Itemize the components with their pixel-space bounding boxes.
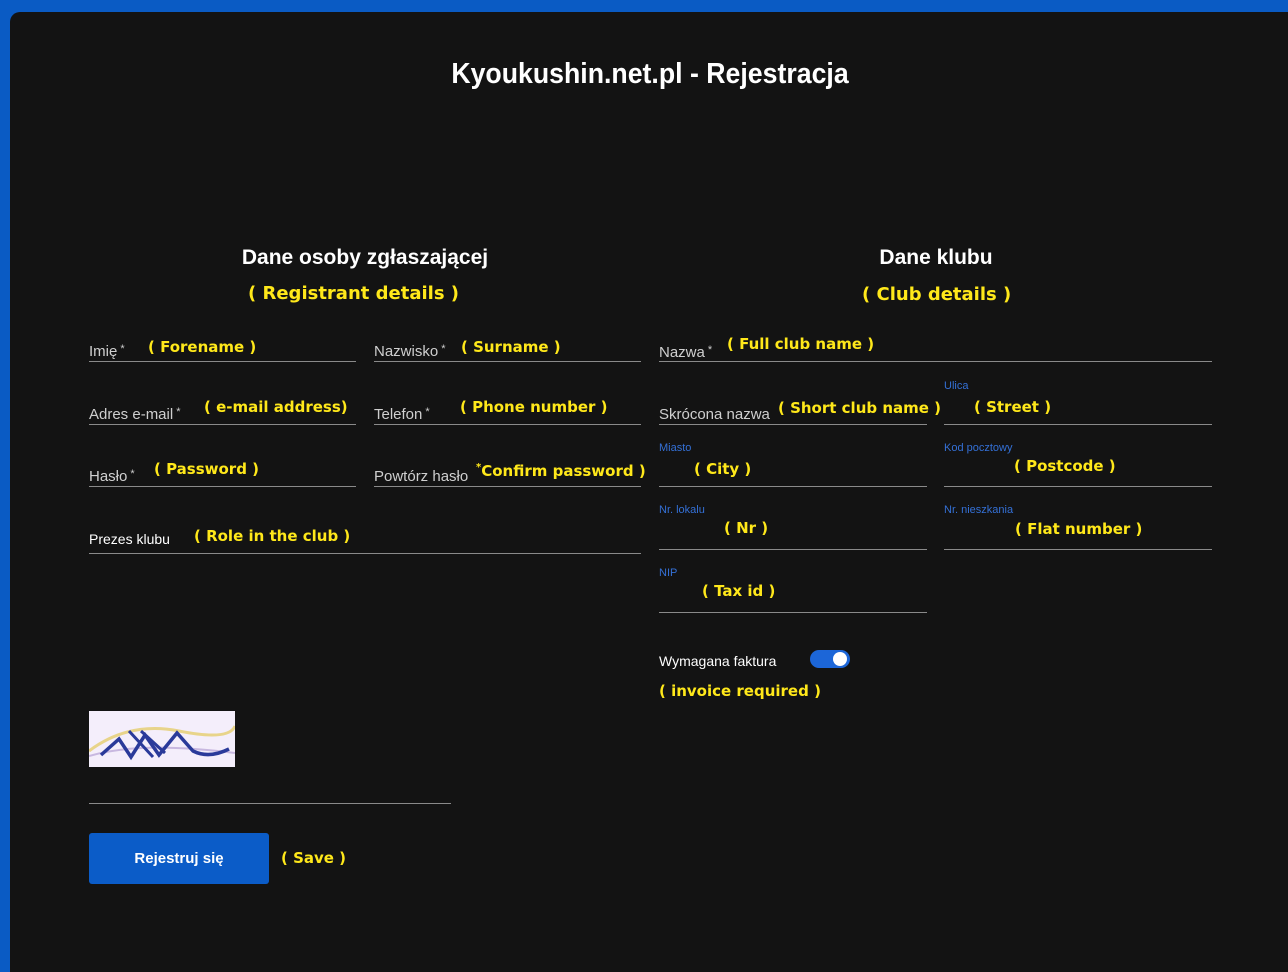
email-input[interactable] [89, 423, 356, 425]
club-name-annotation: ( Full club name ) [727, 335, 875, 353]
city-annotation: ( City ) [694, 460, 752, 478]
password-label: Hasło * [89, 468, 135, 485]
password-annotation: ( Password ) [154, 460, 260, 478]
registrant-section-title: Dane osoby zgłaszającej [241, 246, 489, 269]
tax-input[interactable] [659, 611, 927, 613]
surname-input[interactable] [374, 360, 641, 362]
nr-annotation: ( Nr ) [724, 519, 769, 537]
role-annotation: ( Role in the club ) [194, 527, 351, 545]
postcode-annotation: ( Postcode ) [1014, 457, 1116, 475]
toggle-knob [833, 652, 847, 666]
tax-annotation: ( Tax id ) [702, 582, 776, 600]
short-name-annotation: ( Short club name ) [778, 399, 942, 417]
phone-annotation: ( Phone number ) [460, 398, 608, 416]
tax-label: NIP [659, 567, 678, 579]
role-label: Prezes klubu [89, 531, 170, 547]
club-section-title: Dane klubu [879, 246, 993, 269]
flat-input[interactable] [944, 548, 1212, 550]
forename-annotation: ( Forename ) [148, 338, 257, 356]
password-input[interactable] [89, 485, 356, 487]
nr-input[interactable] [659, 548, 927, 550]
surname-annotation: ( Surname ) [461, 338, 561, 356]
city-input[interactable] [659, 485, 927, 487]
postcode-label: Kod pocztowy [944, 442, 1013, 454]
nr-label: Nr. lokalu [659, 504, 705, 516]
short-name-input[interactable] [659, 423, 927, 425]
street-label: Ulica [944, 380, 969, 392]
page-title: Kyoukushin.net.pl - Rejestracja [451, 58, 849, 90]
captcha-image [89, 711, 235, 767]
invoice-annotation: ( invoice required ) [659, 682, 821, 700]
club-section-annotation: ( Club details ) [862, 284, 1012, 305]
registration-panel [10, 12, 1288, 972]
street-input[interactable] [944, 423, 1212, 425]
captcha-input[interactable] [89, 802, 451, 804]
confirm-password-input[interactable] [374, 485, 641, 487]
invoice-toggle[interactable] [810, 650, 850, 668]
flat-label: Nr. nieszkania [944, 504, 1014, 516]
role-select[interactable] [89, 552, 641, 554]
email-label: Adres e-mail * [89, 406, 181, 423]
city-label: Miasto [659, 442, 692, 454]
register-button[interactable]: Rejestruj się [89, 833, 269, 884]
register-annotation: ( Save ) [281, 849, 347, 867]
club-name-input[interactable] [659, 360, 1212, 362]
captcha-graphic [89, 725, 235, 761]
confirm-password-annotation: *Confirm password ) [476, 462, 646, 480]
phone-label: Telefon * [374, 406, 430, 423]
phone-input[interactable] [374, 423, 641, 425]
forename-label: Imię * [89, 343, 125, 360]
street-annotation: ( Street ) [974, 398, 1052, 416]
flat-annotation: ( Flat number ) [1015, 520, 1143, 538]
invoice-label: Wymagana faktura [659, 653, 777, 669]
confirm-password-label: Powtórz hasło [374, 468, 469, 485]
club-name-label: Nazwa * [659, 344, 713, 361]
email-annotation: ( e-mail address) [204, 398, 348, 416]
postcode-input[interactable] [944, 485, 1212, 487]
forename-input[interactable] [89, 360, 356, 362]
surname-label: Nazwisko * [374, 343, 446, 360]
short-name-label: Skrócona nazwa [659, 406, 770, 423]
registrant-section-annotation: ( Registrant details ) [248, 283, 460, 304]
